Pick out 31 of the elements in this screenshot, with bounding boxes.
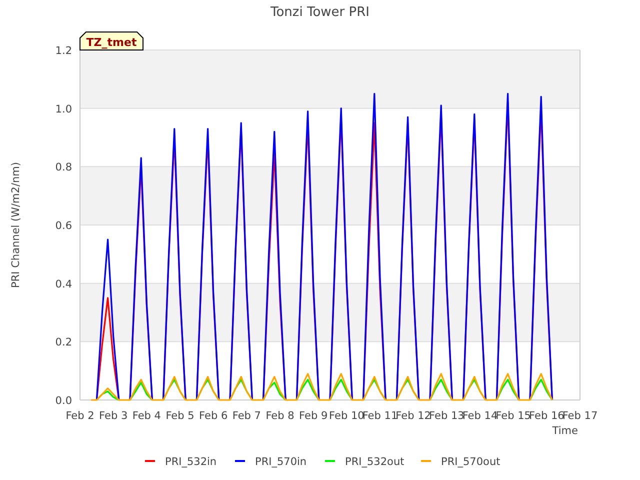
x-tick-label: Feb 9 xyxy=(299,410,328,422)
y-tick-label: 0.8 xyxy=(55,162,72,174)
x-tick-label: Feb 4 xyxy=(132,410,161,422)
y-tick-label: 0.0 xyxy=(55,395,72,407)
legend-label: PRI_570out xyxy=(441,456,500,468)
legend-badge: TZ_tmet xyxy=(80,32,144,50)
x-tick-label: Feb 12 xyxy=(396,410,431,422)
y-tick-label: 0.6 xyxy=(55,220,72,232)
x-tick-label: Feb 17 xyxy=(562,410,598,422)
y-tick-label: 1.0 xyxy=(55,103,72,116)
x-tick-label: Feb 5 xyxy=(166,410,194,422)
x-tick-label: Feb 7 xyxy=(232,410,261,422)
x-tick-label: Feb 2 xyxy=(66,410,94,422)
chart-title: Tonzi Tower PRI xyxy=(270,5,370,20)
y-tick-label: 0.4 xyxy=(55,278,72,290)
legend-label: PRI_532in xyxy=(165,456,217,468)
legend-label: PRI_570in xyxy=(255,456,307,468)
x-tick-label: Feb 11 xyxy=(362,410,398,422)
y-tick-label: 0.2 xyxy=(55,336,72,349)
x-tick-label: Feb 13 xyxy=(429,410,464,422)
x-tick-label: Feb 15 xyxy=(496,410,531,422)
x-axis-label: Time xyxy=(552,425,578,437)
x-tick-label: Feb 14 xyxy=(462,410,498,422)
x-tick-label: Feb 6 xyxy=(199,410,228,422)
legend-label: PRI_532out xyxy=(345,456,404,468)
x-tick-label: Feb 8 xyxy=(266,410,294,422)
x-tick-label: Feb 3 xyxy=(99,410,128,422)
x-tick-label: Feb 16 xyxy=(529,410,564,422)
y-tick-label: 1.2 xyxy=(55,45,72,57)
x-tick-label: Feb 10 xyxy=(329,410,364,422)
y-axis-label: PRI Channel (W/m2/nm) xyxy=(10,162,22,288)
